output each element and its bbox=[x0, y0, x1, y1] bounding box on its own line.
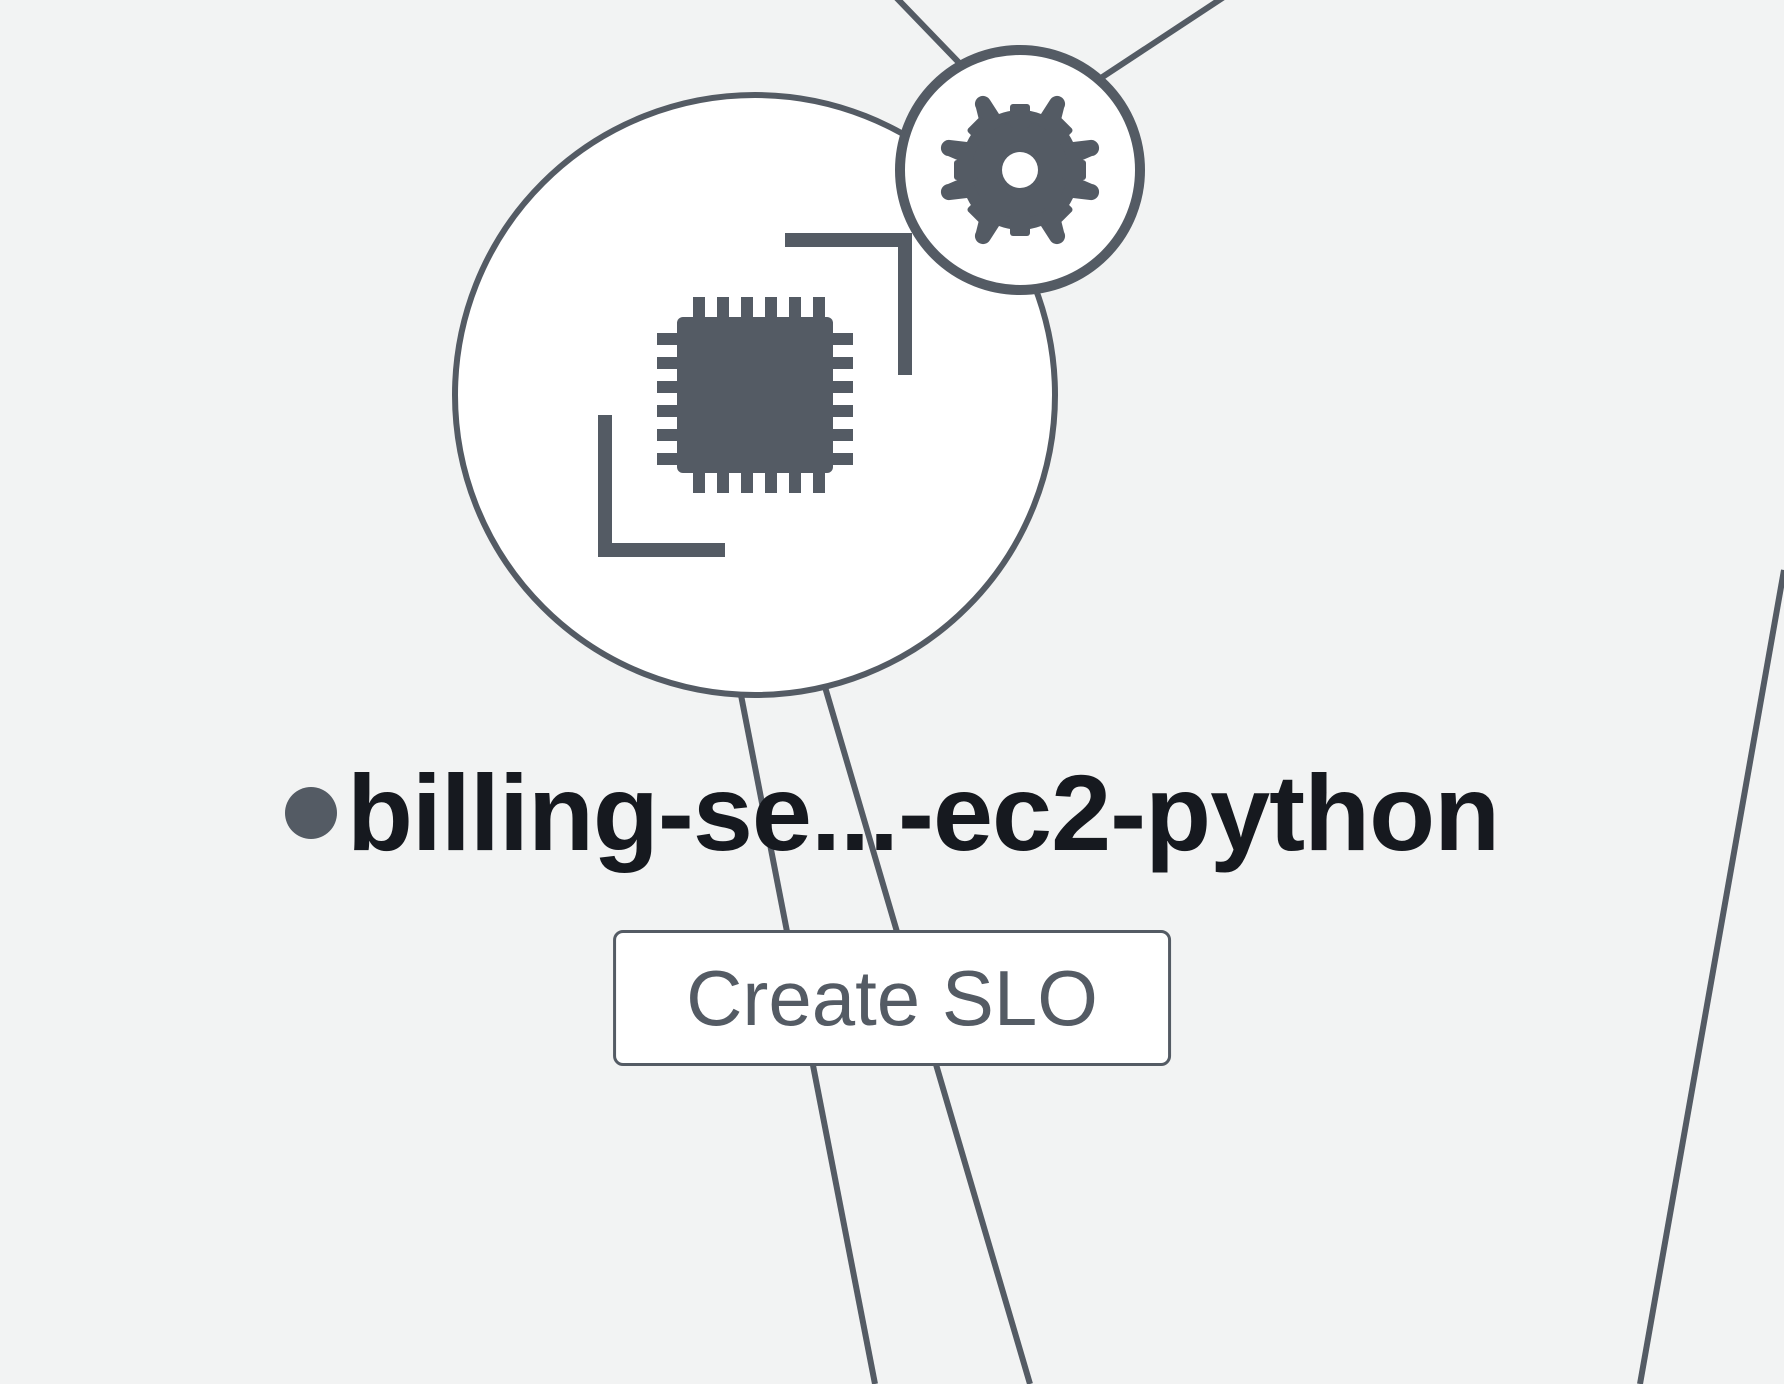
create-slo-button[interactable]: Create SLO bbox=[613, 930, 1171, 1066]
settings-badge[interactable] bbox=[900, 50, 1140, 290]
service-node-title[interactable]: billing-se...-ec2-python bbox=[0, 750, 1784, 875]
status-dot-icon bbox=[285, 787, 337, 839]
service-graph-canvas bbox=[0, 0, 1784, 1384]
service-node-name: billing-se...-ec2-python bbox=[347, 752, 1499, 873]
